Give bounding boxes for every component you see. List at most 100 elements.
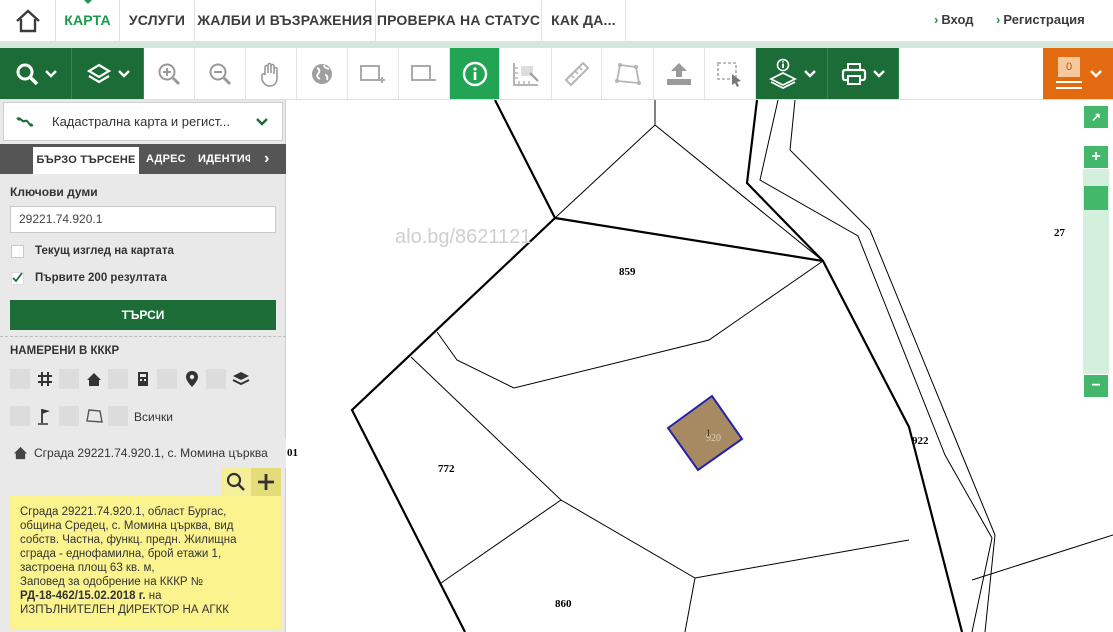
select-button[interactable] xyxy=(705,48,756,99)
filter-boundary[interactable] xyxy=(35,406,55,426)
measure-area-button[interactable] xyxy=(500,48,552,99)
result-title-text: Сграда 29221.74.920.1, с. Момина църква xyxy=(34,446,268,460)
layer-info-button[interactable] xyxy=(756,48,828,99)
current-view-checkbox[interactable] xyxy=(11,245,24,258)
filter-checkbox-apartment[interactable] xyxy=(108,369,128,389)
draw-polygon-button[interactable] xyxy=(602,48,654,99)
cart-count: 0 xyxy=(1058,56,1080,77)
zoom-to-result-button[interactable] xyxy=(221,468,251,496)
extent-remove-button[interactable] xyxy=(399,48,450,99)
nav-item-how-to[interactable]: КАК ДА... xyxy=(542,0,626,42)
map-boundary-line xyxy=(440,499,562,584)
polygon-icon xyxy=(614,62,641,85)
layer-selector[interactable]: Кадастрална карта и регист... xyxy=(3,102,283,141)
result-info-box: Сграда 29221.74.920.1, област Бургас, об… xyxy=(10,496,281,629)
identify-button[interactable] xyxy=(450,48,500,99)
select-box-icon xyxy=(717,61,741,87)
minus-icon: − xyxy=(1091,377,1101,394)
filter-apartment[interactable] xyxy=(133,369,153,389)
full-extent-button[interactable] xyxy=(297,48,348,99)
plus-icon xyxy=(258,474,274,490)
zoom-slider-handle[interactable] xyxy=(1084,186,1108,210)
search-tool-button[interactable] xyxy=(0,48,72,99)
print-icon xyxy=(841,62,867,85)
upload-button[interactable] xyxy=(654,48,705,99)
filter-layer[interactable] xyxy=(231,369,251,389)
keywords-input[interactable]: 29221.74.920.1 xyxy=(10,206,276,233)
home-icon xyxy=(13,446,28,460)
filter-checkbox-address[interactable] xyxy=(157,369,177,389)
measure-distance-button[interactable] xyxy=(552,48,602,99)
chevron-right-icon: › xyxy=(996,12,1001,27)
filter-checkbox-boundary[interactable] xyxy=(10,406,30,426)
filter-checkbox-building[interactable] xyxy=(59,369,79,389)
fullscreen-button[interactable]: ↗ xyxy=(1083,105,1109,129)
search-button[interactable]: ТЪРСИ xyxy=(10,300,276,330)
filter-address[interactable] xyxy=(182,369,202,389)
filter-parcel[interactable] xyxy=(35,369,55,389)
filter-checkbox-layer[interactable] xyxy=(206,369,226,389)
filter-area[interactable] xyxy=(84,406,104,426)
filter-checkbox-area[interactable] xyxy=(59,406,79,426)
map-boundary-line xyxy=(684,577,696,632)
chevron-down-icon xyxy=(873,69,885,78)
tabs-spacer xyxy=(0,144,33,174)
map-boundary-line xyxy=(436,260,824,389)
zoom-slider-track[interactable] xyxy=(1083,145,1109,398)
info-line: собств. Частна, функц. предн. Жилищна xyxy=(20,534,237,546)
filter-building[interactable] xyxy=(84,369,104,389)
layers-icon xyxy=(232,372,250,386)
add-to-cart-button[interactable] xyxy=(251,468,281,496)
layer-selector-label: Кадастрална карта и регист... xyxy=(52,114,231,129)
zoom-in-map-button[interactable]: + xyxy=(1083,145,1109,169)
tab-quick-search[interactable]: БЪРЗО ТЪРСЕНЕ xyxy=(33,147,139,174)
chevron-down-icon xyxy=(803,69,816,78)
layers-tool-button[interactable] xyxy=(72,48,144,99)
cart-button[interactable]: 0 xyxy=(1043,48,1113,99)
plus-icon: + xyxy=(1091,148,1101,165)
tab-address[interactable]: АДРЕС xyxy=(146,144,188,174)
map-toolbar: 0 xyxy=(0,48,1113,100)
order-suffix: на xyxy=(145,590,162,602)
current-view-label: Текущ изглед на картата xyxy=(35,245,174,257)
section-divider xyxy=(0,336,286,337)
order-number: РД-18-462/15.02.2018 г. xyxy=(20,590,146,602)
register-link[interactable]: › Регистрация xyxy=(996,0,1085,42)
map-boundary-line xyxy=(654,124,824,262)
map-canvas[interactable]: 859 772 860 922 27 920 1 01 alo.bg/86211… xyxy=(287,100,1113,632)
chevron-down-icon xyxy=(117,69,130,78)
tabs-next-button[interactable]: › xyxy=(264,144,278,174)
login-label: Вход xyxy=(941,12,974,27)
parcel-label-partial: 01 xyxy=(287,447,298,459)
parcel-label-859: 859 xyxy=(619,266,636,278)
map-pin-icon xyxy=(186,371,198,387)
measure-ruler-icon xyxy=(512,62,539,86)
info-line: Сграда 29221.74.920.1, област Бургас, xyxy=(20,506,227,518)
extent-remove-icon xyxy=(411,64,436,81)
nav-item-map[interactable]: КАРТА xyxy=(56,0,120,42)
result-item-title[interactable]: Сграда 29221.74.920.1, с. Момина църква xyxy=(10,438,286,468)
zoom-out-button[interactable] xyxy=(195,48,246,99)
map-boundary-line xyxy=(745,100,824,262)
filter-checkbox-parcel[interactable] xyxy=(10,369,30,389)
tab-identifier[interactable]: ИДЕНТИФ xyxy=(198,144,250,174)
chevron-down-icon xyxy=(44,69,57,78)
filter-checkbox-all[interactable] xyxy=(108,406,128,426)
cadastre-map[interactable]: 859 772 860 922 27 920 1 01 alo.bg/86211… xyxy=(287,100,1113,632)
home-button[interactable] xyxy=(0,0,56,42)
map-boundary-line xyxy=(410,356,910,579)
search-icon xyxy=(226,472,245,491)
pan-button[interactable] xyxy=(246,48,297,99)
zoom-in-button[interactable] xyxy=(144,48,195,99)
print-button[interactable] xyxy=(828,48,899,99)
ruler-icon xyxy=(564,61,589,86)
grid-icon xyxy=(38,372,52,386)
extent-add-button[interactable] xyxy=(348,48,399,99)
nav-item-services[interactable]: УСЛУГИ xyxy=(120,0,195,42)
nav-item-status-check[interactable]: ПРОВЕРКА НА СТАТУС xyxy=(376,0,542,42)
top-navigation: КАРТА УСЛУГИ ЖАЛБИ И ВЪЗРАЖЕНИЯ ПРОВЕРКА… xyxy=(0,0,1113,42)
login-link[interactable]: › Вход xyxy=(934,0,974,42)
first-200-checkbox[interactable] xyxy=(11,272,24,285)
zoom-out-map-button[interactable]: − xyxy=(1083,374,1109,398)
nav-item-complaints[interactable]: ЖАЛБИ И ВЪЗРАЖЕНИЯ xyxy=(195,0,376,42)
